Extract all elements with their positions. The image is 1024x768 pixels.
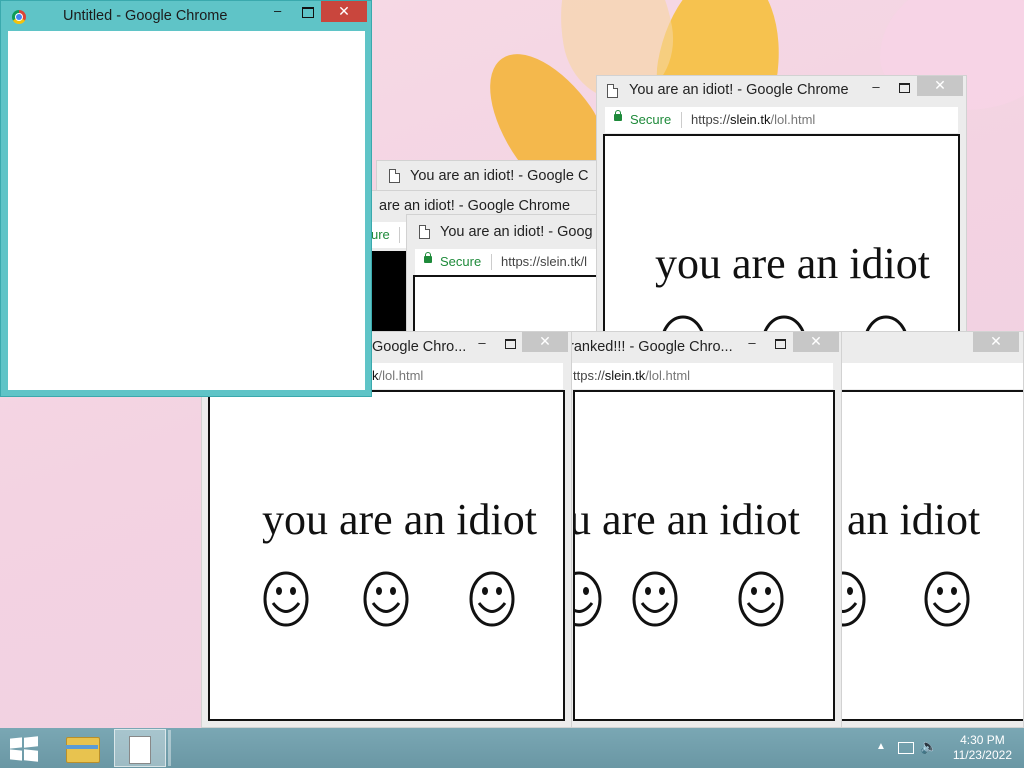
smiley-face-icon [631,570,678,627]
close-button[interactable]: ✕ [973,332,1019,352]
minimize-button[interactable]: – [863,78,889,100]
start-icon [10,737,22,749]
address-bar[interactable]: ttps://slein.tk/lol.html [569,363,833,389]
url-text: ttps://slein.tk/lol.html [573,368,690,383]
close-button[interactable]: ✕ [917,76,963,96]
file-explorer-button[interactable] [56,729,108,767]
smiley-face-icon [468,570,515,627]
secure-label: Secure [630,112,672,127]
page-content: an idiot [837,390,1023,721]
separator [399,227,400,243]
window-title: Google Chro... [372,339,467,355]
page-content: u are an idiot [573,390,835,721]
url-host: slein.tk [730,112,771,127]
idiot-message: an idiot [847,495,981,544]
smiley-svg [469,571,515,627]
smiley-face-icon [262,570,309,627]
url-path: /lol.html [645,368,691,383]
url-host: slein.tk [604,368,646,383]
smiley-svg [263,571,309,627]
untitled-chrome-window[interactable]: Untitled - Google Chrome – ✕ [0,0,372,397]
minimize-button[interactable]: – [274,3,281,18]
maximize-icon [505,339,516,349]
window-title: You are an idiot! - Goog [440,224,593,240]
smiley-face-icon [362,570,409,627]
idiot-message: you are an idiot [262,495,537,544]
address-bar[interactable] [839,363,1023,389]
volume-icon[interactable]: 🔈 [920,738,937,755]
start-button[interactable] [10,736,38,762]
page-content: you are an idiot [208,390,565,721]
window-title: are an idiot! - Google Chrome [379,198,571,214]
smiley-svg [363,571,409,627]
desktop: You are an idiot! - Google C are an idio… [0,0,1024,728]
separator [681,112,682,128]
url-text: https://slein.tk/l [501,254,587,269]
page-content [8,31,365,390]
clock-date: 11/23/2022 [952,748,1012,762]
idiot-message: u are an idiot [573,495,800,544]
smiley-face-icon [923,570,970,627]
show-hidden-icons-icon[interactable]: ▲ [876,741,886,752]
page-icon [389,169,400,183]
url-text: https://slein.tk/lol.html [691,112,815,127]
url-scheme: ttps:// [573,368,605,383]
network-icon[interactable] [898,742,914,754]
maximize-icon [775,339,786,349]
smiley-svg [924,571,970,627]
start-icon [10,749,22,761]
maximize-icon [899,83,910,93]
file-explorer-icon [66,737,100,763]
address-bar[interactable]: Secure https://slein.tk/lol.html [605,107,958,133]
window-title: ranked!!! - Google Chro... [569,339,733,355]
file-explorer-icon [66,745,98,749]
secure-label: Secure [440,254,482,269]
taskbar-divider [168,730,171,766]
lock-icon [424,252,432,263]
chrome-logo-icon [12,10,26,24]
minimize-button[interactable]: – [739,334,765,356]
window-title: You are an idiot! - Google C [410,168,589,184]
start-icon [24,736,38,748]
url-path: /lol.html [770,112,816,127]
popup-window[interactable]: ✕ an idiot [830,331,1024,728]
document-taskbar-button[interactable] [114,729,166,767]
url-text: k/lol.html [372,368,423,383]
maximize-button[interactable] [497,334,523,356]
title-bar[interactable]: ✕ [831,332,1023,362]
smiley-svg [632,571,678,627]
smiley-svg [575,571,602,627]
title-bar[interactable]: You are an idiot! - Google Chrome – ✕ [597,76,966,106]
maximize-button[interactable] [767,334,793,356]
close-button[interactable]: ✕ [522,332,568,352]
smiley-face-icon [737,570,784,627]
maximize-button[interactable] [891,78,917,100]
idiot-message: you are an idiot [655,239,930,288]
start-icon [24,749,38,762]
minimize-button[interactable]: – [469,334,495,356]
smiley-face-icon [575,570,602,627]
secure-label: ure [371,227,390,242]
smiley-svg [738,571,784,627]
clock-time: 4:30 PM [960,733,1005,747]
maximize-button[interactable] [302,7,314,18]
url-scheme: https:// [691,112,731,127]
title-bar[interactable]: ranked!!! - Google Chro... – ✕ [567,332,841,362]
url-path: /lol.html [378,368,424,383]
separator [491,254,492,270]
taskbar: ▲ 🔈 4:30 PM 11/23/2022 [0,728,1024,768]
close-button[interactable]: ✕ [793,332,839,352]
clock[interactable]: 4:30 PM 11/23/2022 [953,733,1012,763]
page-icon [607,84,618,98]
document-icon [129,736,151,764]
popup-window[interactable]: ranked!!! - Google Chro... – ✕ ttps://sl… [566,331,842,728]
page-icon [419,225,430,239]
window-title: Untitled - Google Chrome [63,8,228,24]
window-title: You are an idiot! - Google Chrome [629,82,849,98]
lock-icon [614,110,622,121]
close-button[interactable]: ✕ [321,1,367,22]
